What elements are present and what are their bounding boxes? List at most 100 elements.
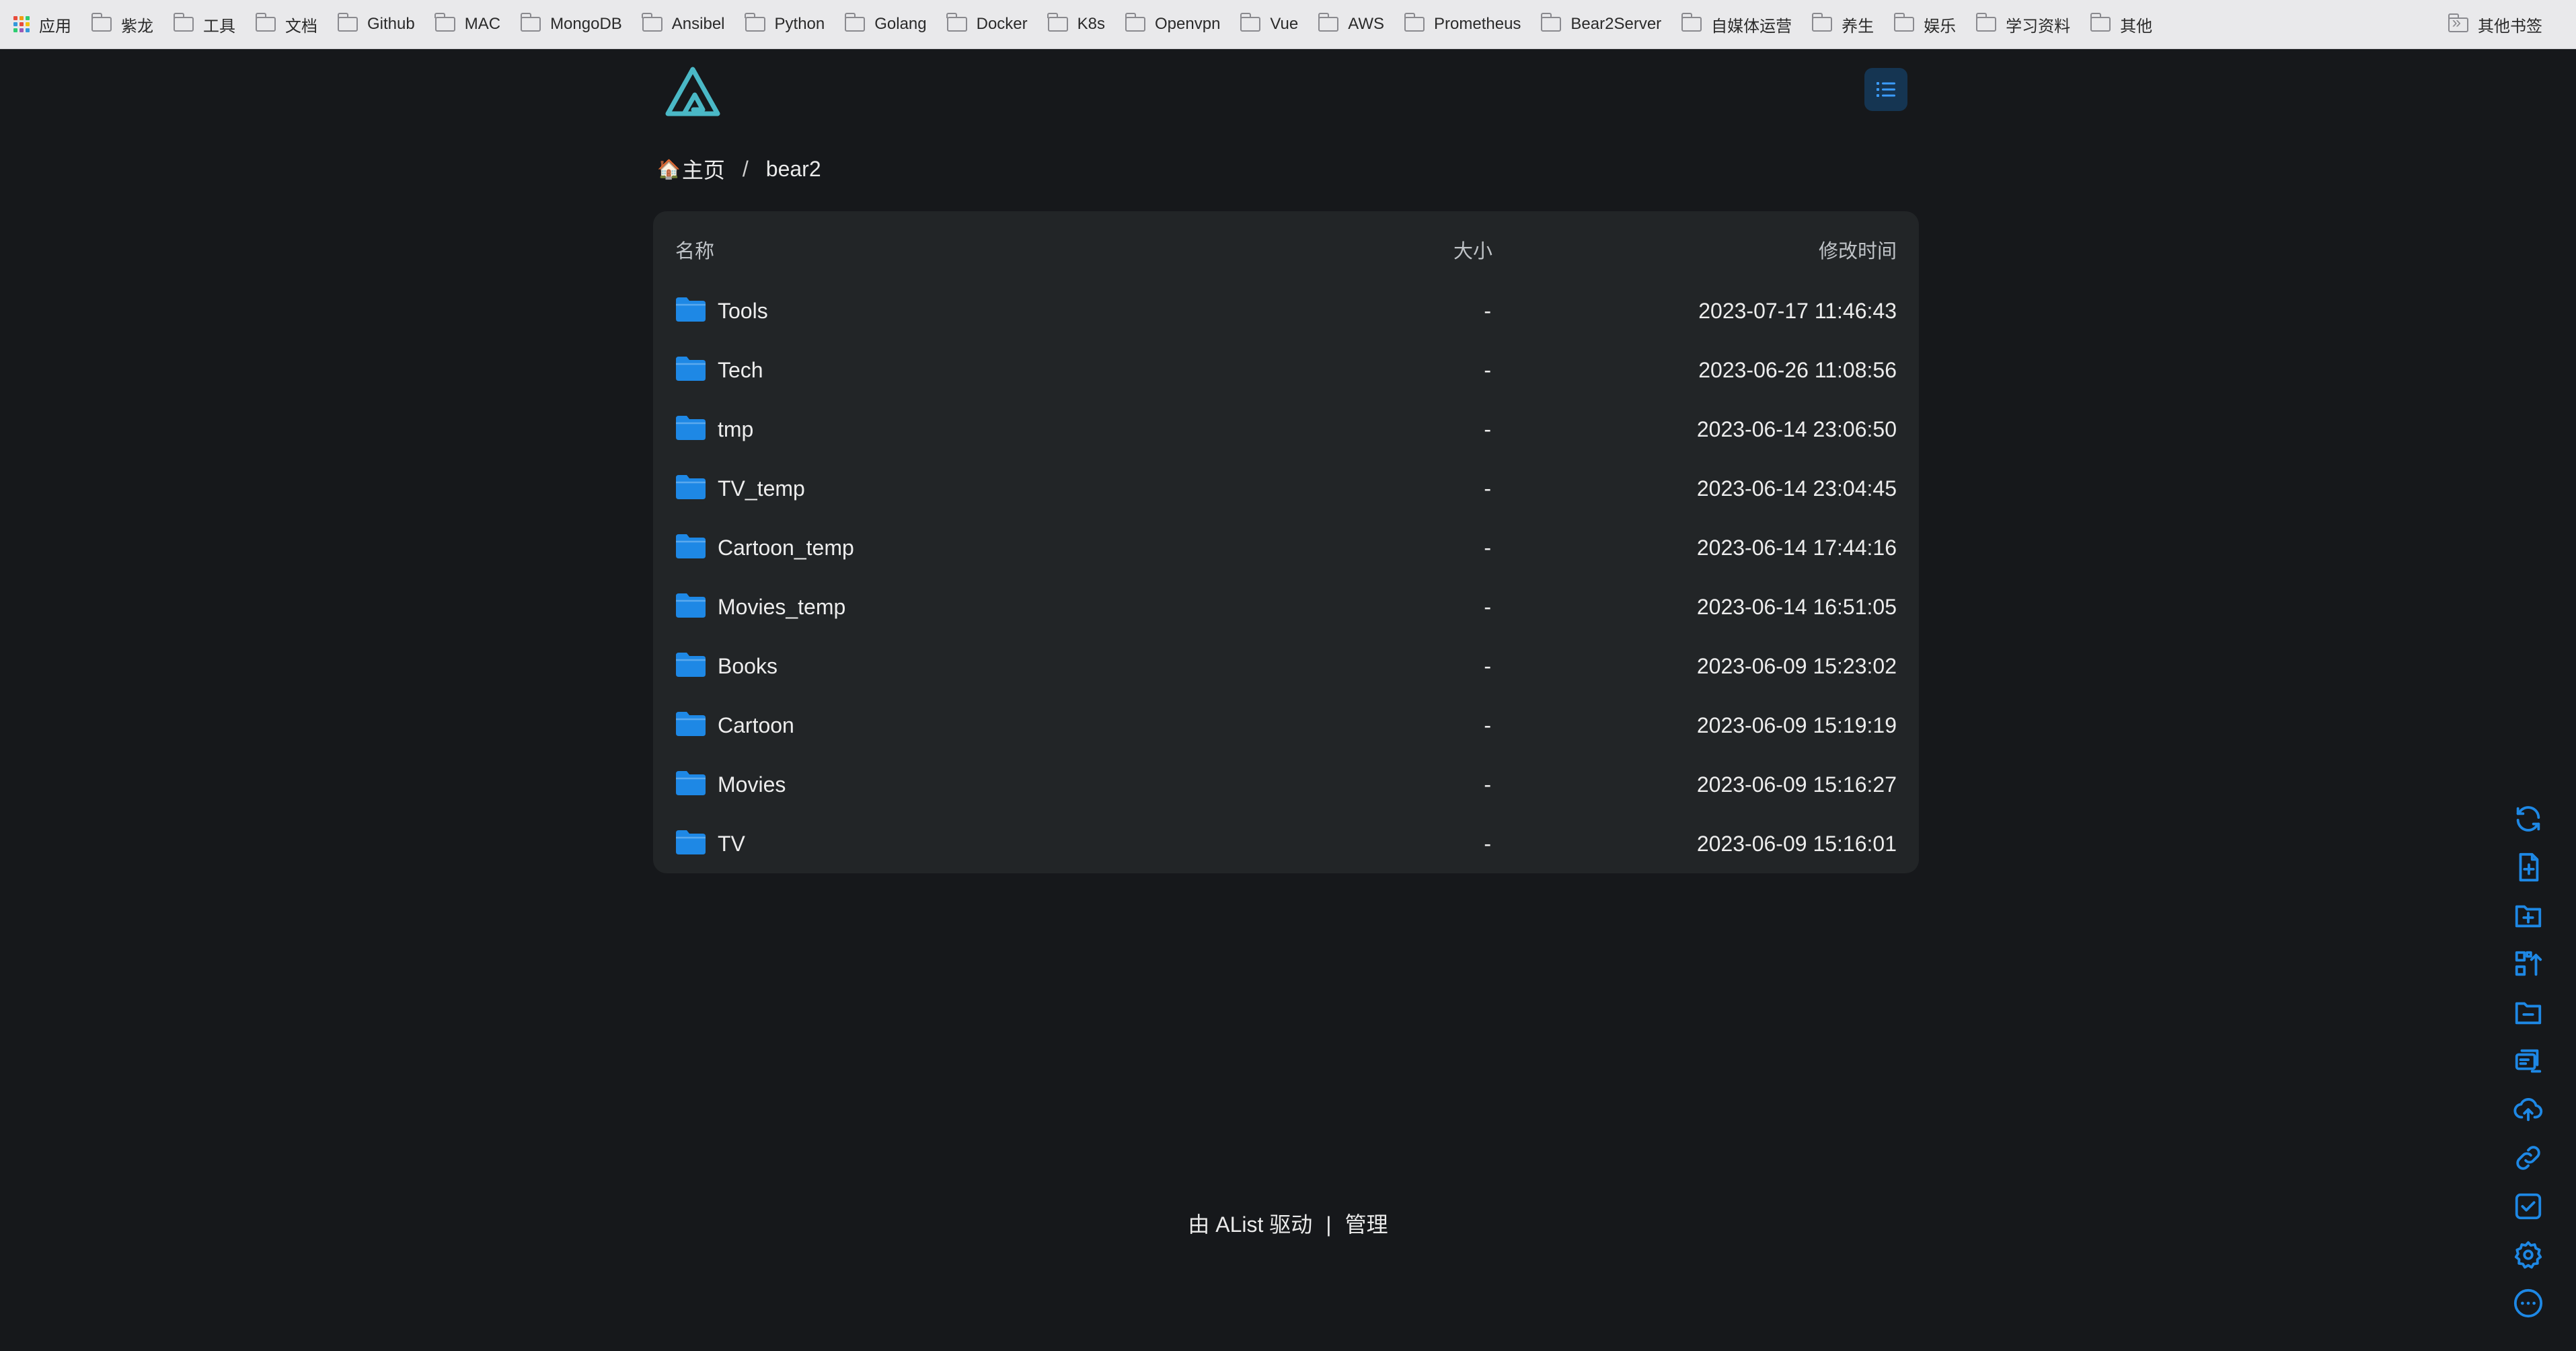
folder-icon: [675, 592, 707, 619]
table-row[interactable]: TV - 2023-06-09 15:16:01: [653, 814, 1919, 873]
settings-button[interactable]: [2511, 1238, 2545, 1272]
folder-icon: [1125, 13, 1146, 32]
folder-icon: [520, 13, 541, 32]
footer-separator: |: [1326, 1212, 1332, 1237]
file-size: -: [1484, 536, 1491, 560]
new-folder-button[interactable]: [2511, 899, 2545, 933]
bookmark-label: 自媒体运营: [1711, 17, 1792, 36]
breadcrumb: 🏠 主页 / bear2: [657, 153, 821, 184]
footer: 由 AList 驱动 | 管理: [0, 1208, 2576, 1239]
bookmark-folder[interactable]: Bear2Server: [1540, 13, 1661, 34]
header-modified[interactable]: 修改时间: [1819, 235, 1897, 264]
manage-link[interactable]: 管理: [1345, 1212, 1388, 1237]
bookmark-label: Openvpn: [1155, 15, 1221, 33]
bookmark-other[interactable]: 其他书签: [2448, 0, 2542, 49]
file-modified: 2023-06-14 23:04:45: [1696, 476, 1897, 501]
folder-icon: [1240, 13, 1261, 32]
file-name[interactable]: Books: [718, 654, 778, 679]
file-size: -: [1484, 832, 1491, 856]
folder-icon: [675, 533, 707, 560]
breadcrumb-current[interactable]: bear2: [766, 157, 821, 182]
bookmark-folder[interactable]: Python: [745, 13, 825, 34]
bookmark-folder[interactable]: 娱乐: [1893, 13, 1956, 36]
bookmark-folder[interactable]: 紫龙: [91, 13, 153, 36]
bookmark-label: 紫龙: [121, 17, 153, 36]
folder-icon: [173, 13, 194, 32]
bookmark-folder[interactable]: 文档: [255, 13, 317, 36]
bookmark-folder[interactable]: 养生: [1811, 13, 1874, 36]
file-size: -: [1484, 713, 1491, 737]
table-row[interactable]: Movies - 2023-06-09 15:16:27: [653, 755, 1919, 814]
bookmark-label: 文档: [285, 17, 317, 36]
alist-logo[interactable]: [664, 64, 722, 118]
new-file-button[interactable]: [2511, 850, 2545, 884]
file-name[interactable]: tmp: [718, 417, 753, 442]
file-modified: 2023-06-09 15:23:02: [1696, 654, 1897, 678]
batch-rename-button[interactable]: [2511, 1044, 2545, 1078]
bookmark-folder[interactable]: 学习资料: [1975, 13, 2070, 36]
folder-icon: [255, 13, 276, 32]
bookmark-folder[interactable]: Ansibel: [642, 13, 725, 34]
file-list: 名称 大小 修改时间 Tools - 2023-07-17 11:46:43 Tech…: [653, 211, 1919, 873]
bookmark-folder[interactable]: 工具: [173, 13, 235, 36]
header-size[interactable]: 大小: [1453, 235, 1492, 264]
refresh-button[interactable]: [2511, 802, 2545, 836]
file-name[interactable]: Movies_temp: [718, 595, 845, 620]
powered-by-link[interactable]: 由 AList 驱动: [1188, 1212, 1312, 1237]
list-view-button[interactable]: [1864, 68, 1907, 111]
folder-icon: [1975, 13, 1997, 32]
more-button[interactable]: [2511, 1286, 2545, 1320]
bookmark-folder[interactable]: Github: [337, 13, 415, 34]
select-button[interactable]: [2511, 1190, 2545, 1223]
remove-empty-folder-button[interactable]: [2511, 996, 2545, 1029]
bookmark-apps[interactable]: 应用: [13, 13, 71, 36]
bookmark-folder[interactable]: 自媒体运营: [1681, 13, 1792, 36]
header-name[interactable]: 名称: [675, 235, 714, 264]
folder-icon: [844, 13, 866, 32]
table-row[interactable]: Tools - 2023-07-17 11:46:43: [653, 281, 1919, 340]
bookmark-label: Python: [774, 15, 825, 33]
file-name[interactable]: Movies: [718, 772, 786, 797]
file-name[interactable]: Tools: [718, 299, 768, 324]
file-name[interactable]: Tech: [718, 358, 763, 383]
folder-icon: [675, 710, 707, 737]
recursive-move-button[interactable]: [2511, 947, 2545, 981]
folder-icon: [2448, 13, 2468, 32]
offline-download-button[interactable]: [2511, 1141, 2545, 1175]
breadcrumb-home[interactable]: 主页: [682, 153, 725, 184]
folder-icon: [1811, 13, 1833, 32]
upload-button[interactable]: [2511, 1093, 2545, 1126]
table-row[interactable]: Books - 2023-06-09 15:23:02: [653, 636, 1919, 696]
file-modified: 2023-06-09 15:16:01: [1696, 832, 1897, 856]
bookmark-folder[interactable]: MongoDB: [520, 13, 622, 34]
bookmark-label: Github: [367, 15, 415, 33]
bookmark-folder[interactable]: AWS: [1318, 13, 1384, 34]
table-row[interactable]: Cartoon_temp - 2023-06-14 17:44:16: [653, 518, 1919, 577]
bookmark-folder[interactable]: Docker: [946, 13, 1028, 34]
bookmark-folder[interactable]: Vue: [1240, 13, 1298, 34]
file-size: -: [1484, 417, 1491, 441]
bookmark-folder[interactable]: Prometheus: [1404, 13, 1521, 34]
bookmark-folder[interactable]: Golang: [844, 13, 927, 34]
table-row[interactable]: Cartoon - 2023-06-09 15:19:19: [653, 696, 1919, 755]
file-name[interactable]: TV: [718, 832, 745, 856]
bookmark-folder[interactable]: MAC: [434, 13, 500, 34]
bookmark-folder[interactable]: 其他: [2090, 13, 2152, 36]
remove-empty-folder-icon: [2515, 1002, 2542, 1025]
file-modified: 2023-06-14 16:51:05: [1696, 595, 1897, 619]
folder-icon: [745, 13, 765, 32]
table-row[interactable]: Movies_temp - 2023-06-14 16:51:05: [653, 577, 1919, 636]
bookmark-folder[interactable]: Openvpn: [1125, 13, 1221, 34]
file-modified: 2023-07-17 11:46:43: [1698, 299, 1897, 323]
file-name[interactable]: Cartoon_temp: [718, 536, 854, 560]
refresh-icon: [2516, 806, 2540, 832]
file-name[interactable]: Cartoon: [718, 713, 794, 738]
folder-icon: [675, 651, 707, 678]
table-row[interactable]: Tech - 2023-06-26 11:08:56: [653, 340, 1919, 400]
table-row[interactable]: TV_temp - 2023-06-14 23:04:45: [653, 459, 1919, 518]
file-name[interactable]: TV_temp: [718, 476, 805, 501]
bookmark-folder[interactable]: K8s: [1047, 13, 1105, 34]
bookmark-apps-label: 应用: [39, 17, 71, 36]
file-modified: 2023-06-14 17:44:16: [1696, 536, 1897, 560]
table-row[interactable]: tmp - 2023-06-14 23:06:50: [653, 400, 1919, 459]
